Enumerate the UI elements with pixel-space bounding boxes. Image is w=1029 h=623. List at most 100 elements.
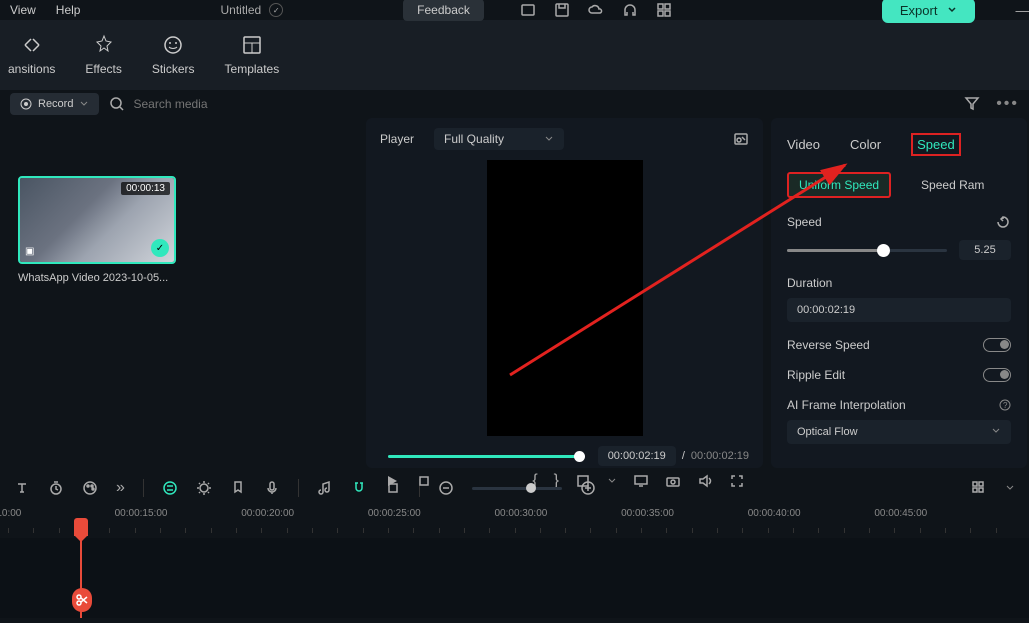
player-label: Player bbox=[380, 132, 414, 146]
chevron-down-icon bbox=[79, 99, 89, 109]
templates-icon bbox=[241, 34, 263, 56]
ruler-mark: 00:00:15:00 bbox=[115, 508, 168, 519]
marker-icon[interactable] bbox=[230, 480, 246, 496]
ruler-mark: 00:00:40:00 bbox=[748, 508, 801, 519]
snapshot-icon[interactable] bbox=[733, 131, 749, 147]
time-separator: / bbox=[682, 450, 685, 462]
ai-tool-icon[interactable] bbox=[162, 480, 178, 496]
crop-icon[interactable] bbox=[575, 473, 591, 489]
qr-icon[interactable] bbox=[656, 2, 672, 18]
ruler-mark: 00:00:25:00 bbox=[368, 508, 421, 519]
export-button[interactable]: Export bbox=[882, 0, 976, 23]
magnetic-icon[interactable] bbox=[351, 480, 367, 496]
record-label: Record bbox=[38, 98, 73, 110]
quality-label: Full Quality bbox=[444, 132, 504, 146]
display-icon[interactable] bbox=[633, 473, 649, 489]
total-time: 00:00:02:19 bbox=[691, 450, 749, 462]
cut-tool-icon[interactable] bbox=[72, 588, 92, 612]
clip-filename: WhatsApp Video 2023-10-05... bbox=[18, 272, 176, 284]
headphones-icon[interactable] bbox=[622, 2, 638, 18]
feedback-button[interactable]: Feedback bbox=[403, 0, 484, 21]
chevron-down-icon[interactable] bbox=[607, 476, 617, 486]
text-tool-icon[interactable] bbox=[14, 480, 30, 496]
reverse-toggle[interactable] bbox=[983, 338, 1011, 352]
export-label: Export bbox=[900, 3, 938, 18]
more-tools-icon[interactable]: » bbox=[116, 479, 125, 497]
chevron-down-icon bbox=[947, 5, 957, 15]
speed-label: Speed bbox=[787, 215, 822, 229]
menu-view[interactable]: View bbox=[10, 3, 36, 17]
help-icon[interactable]: ? bbox=[999, 399, 1011, 411]
play-icon[interactable] bbox=[384, 473, 400, 489]
ai-interp-select[interactable]: Optical Flow bbox=[787, 420, 1011, 444]
progress-bar[interactable] bbox=[388, 455, 580, 458]
grid-view-icon[interactable] bbox=[971, 480, 987, 496]
timeline-tracks[interactable] bbox=[0, 538, 1029, 618]
speed-value[interactable]: 5.25 bbox=[959, 240, 1011, 260]
record-icon bbox=[20, 98, 32, 110]
checkmark-icon: ✓ bbox=[151, 239, 169, 257]
brightness-icon[interactable] bbox=[196, 480, 212, 496]
search-icon bbox=[109, 96, 125, 112]
subtab-uniform-speed[interactable]: Uniform Speed bbox=[787, 172, 891, 198]
ruler-mark: 00:00:35:00 bbox=[621, 508, 674, 519]
duration-input[interactable]: 00:00:02:19 bbox=[787, 298, 1011, 322]
camera-icon[interactable] bbox=[665, 473, 681, 489]
subtab-speed-ramp[interactable]: Speed Ram bbox=[911, 174, 994, 196]
tab-label: Templates bbox=[225, 62, 280, 76]
mic-icon[interactable] bbox=[264, 480, 280, 496]
effects-icon bbox=[93, 34, 115, 56]
ruler-mark: 0:10:00 bbox=[0, 508, 21, 519]
filter-icon[interactable] bbox=[964, 95, 980, 111]
fullscreen-icon[interactable] bbox=[729, 473, 745, 489]
reset-icon[interactable] bbox=[995, 214, 1011, 230]
layout-icon[interactable] bbox=[520, 2, 536, 18]
speed-slider[interactable] bbox=[787, 249, 947, 252]
volume-icon[interactable] bbox=[697, 473, 713, 489]
menu-help[interactable]: Help bbox=[56, 3, 81, 17]
tab-label: Effects bbox=[85, 62, 121, 76]
ruler-mark: 00:00:20:00 bbox=[241, 508, 294, 519]
tab-stickers[interactable]: Stickers bbox=[152, 34, 195, 76]
timer-icon[interactable] bbox=[48, 480, 64, 496]
quality-selector[interactable]: Full Quality bbox=[434, 128, 564, 150]
tab-transitions[interactable]: ansitions bbox=[8, 34, 55, 76]
save-icon[interactable] bbox=[554, 2, 570, 18]
title-text: Untitled bbox=[220, 3, 261, 17]
music-icon[interactable] bbox=[317, 480, 333, 496]
transitions-icon bbox=[21, 34, 43, 56]
clip-duration: 00:00:13 bbox=[121, 182, 170, 195]
tab-templates[interactable]: Templates bbox=[225, 34, 280, 76]
tab-effects[interactable]: Effects bbox=[85, 34, 121, 76]
duration-label: Duration bbox=[787, 276, 832, 290]
ripple-toggle[interactable] bbox=[983, 368, 1011, 382]
inspect-tab-speed[interactable]: Speed bbox=[911, 133, 961, 156]
saved-indicator-icon: ✓ bbox=[269, 3, 283, 17]
tab-label: ansitions bbox=[8, 62, 55, 76]
reverse-label: Reverse Speed bbox=[787, 338, 870, 352]
window-minimize-icon[interactable]: — bbox=[1015, 2, 1029, 19]
cloud-icon[interactable] bbox=[588, 2, 604, 18]
chevron-down-icon bbox=[544, 134, 554, 144]
ripple-label: Ripple Edit bbox=[787, 368, 845, 382]
video-preview[interactable] bbox=[487, 160, 643, 436]
more-icon[interactable]: ••• bbox=[996, 95, 1019, 113]
project-title: Untitled ✓ bbox=[220, 3, 283, 17]
color-tool-icon[interactable] bbox=[82, 480, 98, 496]
ruler-mark: 00:00:45:00 bbox=[874, 508, 927, 519]
ai-interp-label: AI Frame Interpolation bbox=[787, 398, 906, 412]
chevron-down-icon bbox=[991, 426, 1001, 436]
inspect-tab-color[interactable]: Color bbox=[850, 137, 881, 152]
record-button[interactable]: Record bbox=[10, 93, 99, 115]
chevron-down-icon[interactable] bbox=[1005, 483, 1015, 493]
search-input[interactable] bbox=[133, 97, 253, 111]
inspect-tab-video[interactable]: Video bbox=[787, 137, 820, 152]
search-box[interactable] bbox=[109, 96, 954, 112]
stop-icon[interactable] bbox=[416, 473, 432, 489]
zoom-slider[interactable] bbox=[472, 487, 562, 490]
media-clip[interactable]: 00:00:13 ▣ ✓ bbox=[18, 176, 176, 264]
timeline-ruler[interactable]: 0:10:00 00:00:15:00 00:00:20:00 00:00:25… bbox=[0, 508, 1029, 538]
video-type-icon: ▣ bbox=[25, 246, 34, 257]
ai-interp-value: Optical Flow bbox=[797, 426, 858, 438]
current-time: 00:00:02:19 bbox=[598, 446, 676, 466]
